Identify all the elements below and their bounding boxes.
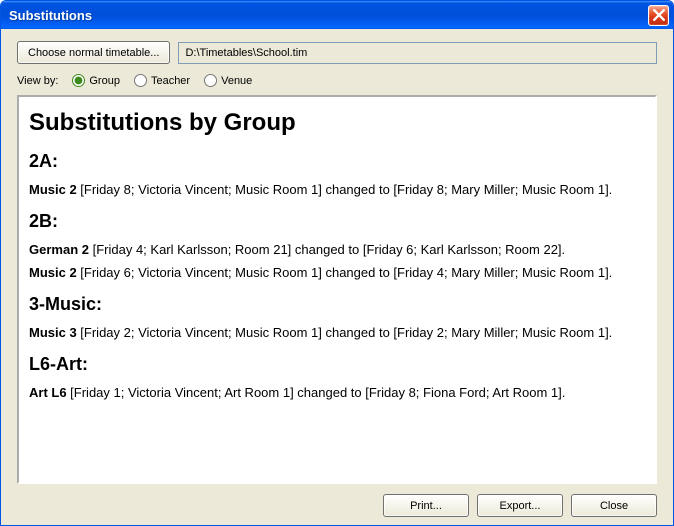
titlebar: Substitutions — [1, 1, 673, 29]
group-heading: 3-Music: — [29, 294, 645, 315]
viewby-venue[interactable]: Venue — [204, 74, 252, 87]
substitution-label: Music 2 — [29, 265, 77, 280]
timetable-row: Choose normal timetable... — [17, 41, 657, 64]
substitution-label: Art L6 — [29, 385, 67, 400]
substitution-line: Art L6 [Friday 1; Victoria Vincent; Art … — [29, 385, 645, 400]
report-frame: Substitutions by Group 2A: Music 2 [Frida… — [17, 95, 657, 484]
substitution-label: German 2 — [29, 242, 89, 257]
substitution-text: [Friday 2; Victoria Vincent; Music Room … — [77, 325, 613, 340]
viewby-teacher-radio[interactable] — [134, 74, 147, 87]
substitution-line: Music 2 [Friday 8; Victoria Vincent; Mus… — [29, 182, 645, 197]
substitution-text: [Friday 8; Victoria Vincent; Music Room … — [77, 182, 613, 197]
substitution-label: Music 2 — [29, 182, 77, 197]
substitution-text: [Friday 4; Karl Karlsson; Room 21] chang… — [89, 242, 565, 257]
window-body: Choose normal timetable... View by: Grou… — [1, 29, 673, 525]
substitution-label: Music 3 — [29, 325, 77, 340]
window-title: Substitutions — [9, 8, 648, 23]
viewby-group-radio[interactable] — [72, 74, 85, 87]
group-heading: 2A: — [29, 151, 645, 172]
print-button[interactable]: Print... — [383, 494, 469, 517]
choose-timetable-button[interactable]: Choose normal timetable... — [17, 41, 170, 64]
group-heading: 2B: — [29, 211, 645, 232]
substitution-line: Music 2 [Friday 6; Victoria Vincent; Mus… — [29, 265, 645, 280]
substitution-line: Music 3 [Friday 2; Victoria Vincent; Mus… — [29, 325, 645, 340]
viewby-group-text: Group — [89, 75, 120, 87]
window-close-button[interactable] — [648, 5, 669, 26]
report-scroll[interactable]: Substitutions by Group 2A: Music 2 [Frida… — [19, 97, 655, 482]
viewby-row: View by: Group Teacher Venue — [17, 74, 657, 87]
timetable-path-field[interactable] — [178, 42, 657, 64]
viewby-teacher[interactable]: Teacher — [134, 74, 190, 87]
export-button[interactable]: Export... — [477, 494, 563, 517]
substitution-text: [Friday 6; Victoria Vincent; Music Room … — [77, 265, 613, 280]
substitution-line: German 2 [Friday 4; Karl Karlsson; Room … — [29, 242, 645, 257]
viewby-venue-radio[interactable] — [204, 74, 217, 87]
close-icon — [653, 9, 665, 21]
substitution-text: [Friday 1; Victoria Vincent; Art Room 1]… — [67, 385, 566, 400]
substitutions-window: Substitutions Choose normal timetable...… — [0, 0, 674, 526]
report-heading: Substitutions by Group — [29, 109, 645, 137]
close-button[interactable]: Close — [571, 494, 657, 517]
viewby-venue-text: Venue — [221, 75, 252, 87]
bottom-buttons: Print... Export... Close — [17, 484, 657, 517]
group-heading: L6-Art: — [29, 354, 645, 375]
viewby-teacher-text: Teacher — [151, 75, 190, 87]
viewby-group[interactable]: Group — [72, 74, 120, 87]
viewby-label: View by: — [17, 75, 58, 87]
